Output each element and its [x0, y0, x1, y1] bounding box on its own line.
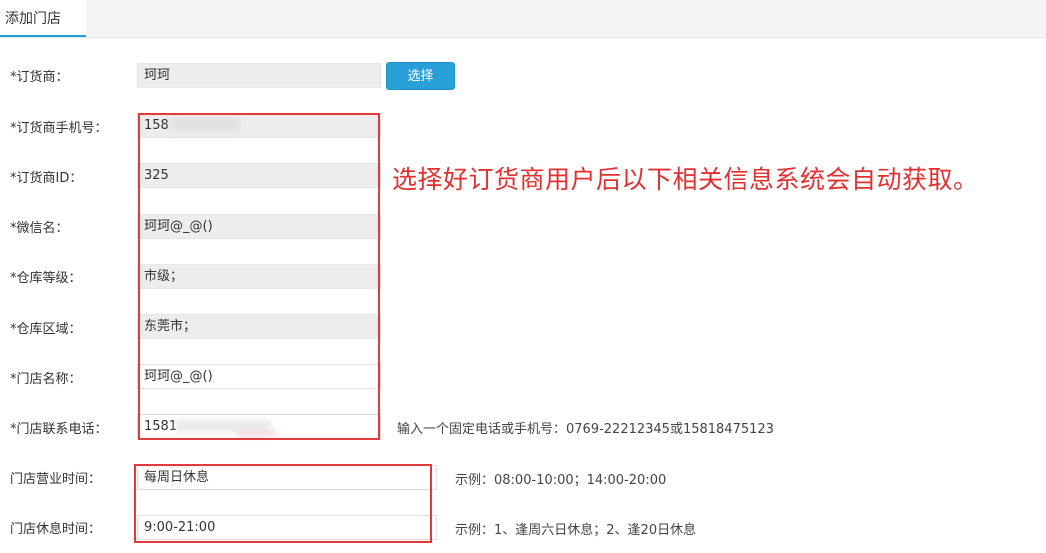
store-phone-hint: 输入一个固定电话或手机号：0769-22212345或15818475123 [397, 422, 774, 437]
rest-time-hint: 示例：1、逢周六日休息；2、逢20日休息 [455, 523, 697, 538]
tab-add-store[interactable]: 添加门店 [0, 0, 86, 37]
tab-bar: 添加门店 [0, 0, 1046, 38]
supplier-label: *订货商： [10, 70, 69, 85]
supplier-phone-label: *订货商手机号： [10, 121, 108, 136]
supplier-field[interactable]: 珂珂 [137, 63, 381, 88]
supplier-id-label: *订货商ID： [10, 171, 83, 186]
store-name-label: *门店名称： [10, 372, 82, 387]
rest-time-label: 门店休息时间： [10, 522, 102, 537]
warehouse-area-label: *仓库区域： [10, 322, 82, 337]
business-hours-hint: 示例：08:00-10:00；14:00-20:00 [455, 473, 667, 488]
hours-highlight-box [134, 464, 432, 543]
select-supplier-button[interactable]: 选择 [386, 62, 455, 90]
store-phone-label: *门店联系电话： [10, 422, 108, 437]
annotation-text: 选择好订货商用户后以下相关信息系统会自动获取。 [392, 165, 979, 194]
autofill-highlight-box [138, 113, 380, 440]
wechat-name-label: *微信名： [10, 221, 69, 236]
tab-label: 添加门店 [5, 11, 61, 27]
business-hours-label: 门店营业时间： [10, 472, 102, 487]
warehouse-level-label: *仓库等级： [10, 271, 82, 286]
